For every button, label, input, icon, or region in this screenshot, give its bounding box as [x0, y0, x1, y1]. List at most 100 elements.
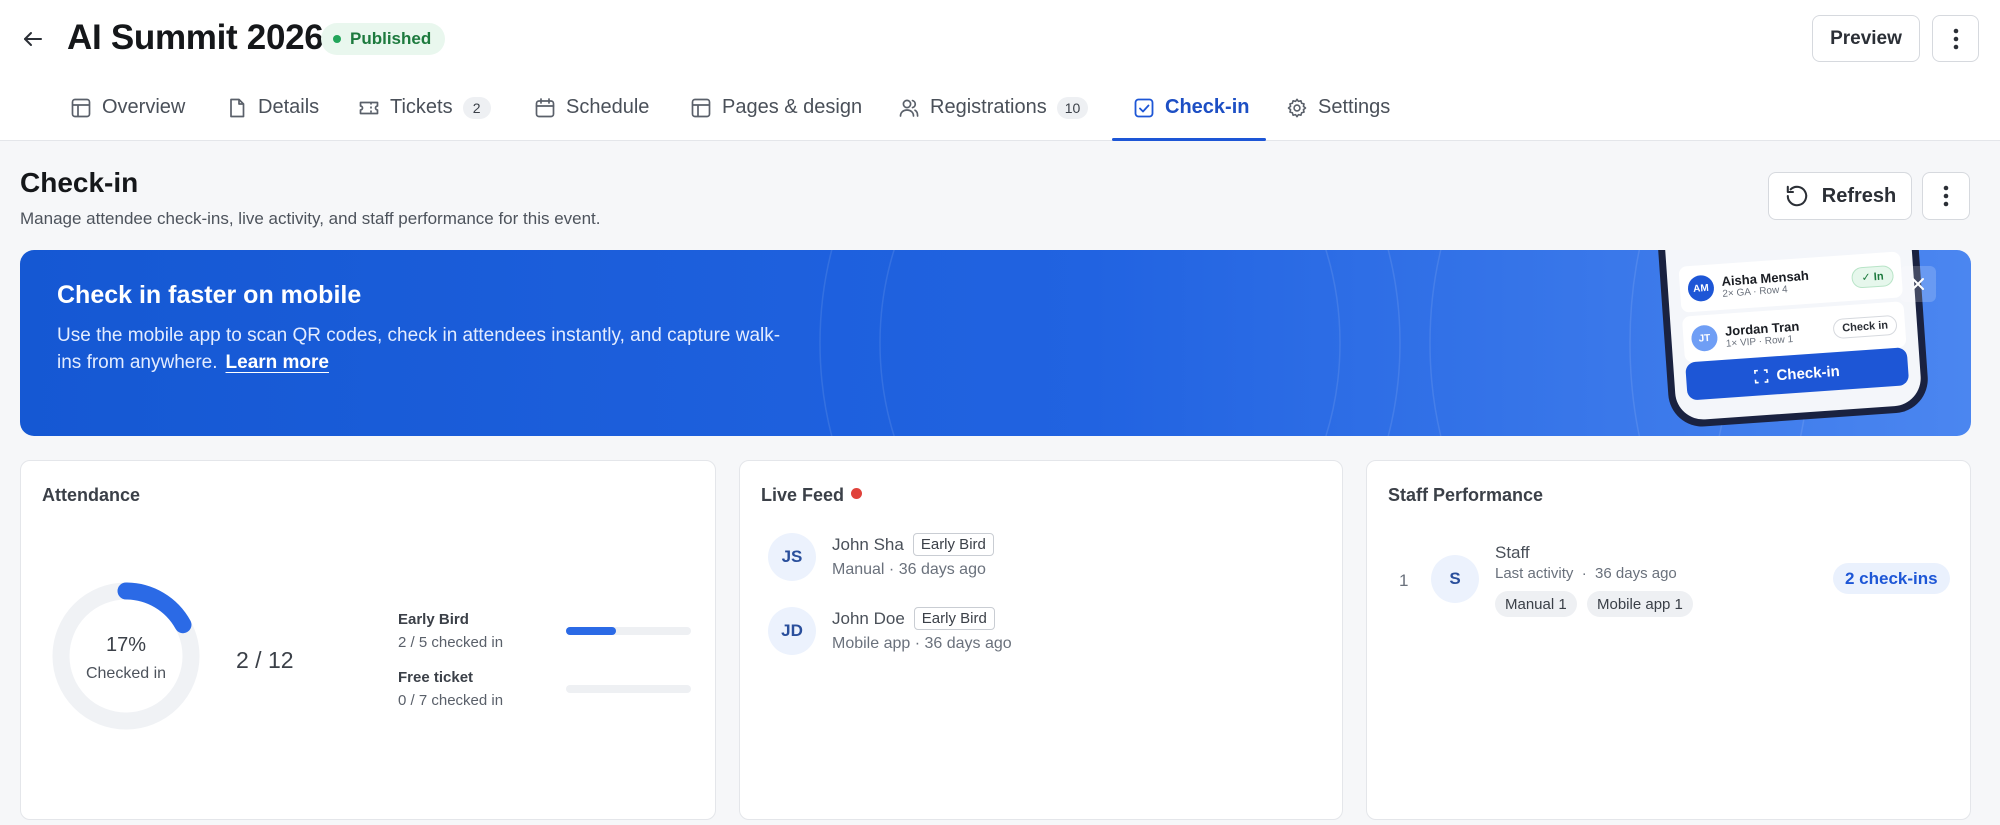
feed-item: JD John Doe Early Bird Mobile app · 36 da… — [768, 607, 1328, 657]
section-subtitle: Manage attendee check-ins, live activity… — [20, 209, 601, 228]
phone-mockup: AM Aisha Mensah 2× GA · Row 4 ✓ In JT Jo… — [1640, 250, 1940, 436]
tier-checked-in: 2 / 5 checked in — [398, 634, 504, 651]
registrations-count-badge: 10 — [1056, 97, 1089, 119]
tier-progress-bar — [566, 627, 691, 635]
feed-attendee-name: John Sha Early Bird — [832, 533, 994, 556]
feed-item: JS John Sha Early Bird Manual · 36 days a… — [768, 533, 1328, 583]
status-label: Published — [350, 29, 432, 48]
phone-check-in-button: Check in — [1832, 314, 1898, 340]
layout-icon — [691, 98, 711, 118]
staff-checkins-badge: 2 check-ins — [1833, 563, 1950, 594]
tab-label: Settings — [1318, 96, 1391, 118]
attendee-name: John Doe — [832, 609, 905, 628]
tab-details[interactable]: Details — [226, 86, 319, 141]
attendee-name: John Sha — [832, 535, 904, 554]
banner-title: Check in faster on mobile — [57, 281, 362, 309]
staff-rank: 1 — [1399, 571, 1409, 590]
status-dot-icon — [333, 35, 341, 43]
preview-button[interactable]: Preview — [1812, 15, 1920, 62]
layout-icon — [71, 98, 91, 118]
tab-tickets[interactable]: Tickets 2 — [358, 86, 491, 141]
tab-label: Pages & design — [722, 96, 863, 118]
tab-label: Details — [258, 96, 320, 118]
banner-text: Use the mobile app to scan QR codes, che… — [57, 322, 787, 376]
section-title: Check-in — [20, 167, 139, 198]
attendance-total: 2 / 12 — [236, 647, 294, 673]
tier-name: Early Bird — [398, 611, 469, 628]
attendance-card: Attendance 17% Checked in 2 / 12 Early B… — [20, 460, 716, 820]
refresh-label: Refresh — [1821, 184, 1897, 207]
attendance-percent-label: Checked in — [85, 665, 167, 682]
kebab-menu-icon — [1953, 28, 1958, 49]
tab-pages-design[interactable]: Pages & design — [690, 86, 862, 141]
tab-label: Schedule — [566, 96, 650, 118]
tab-label: Tickets — [390, 96, 453, 118]
tickets-count-badge: 2 — [462, 97, 491, 119]
phone-screen: AM Aisha Mensah 2× GA · Row 4 ✓ In JT Jo… — [1661, 250, 1923, 422]
arrow-left-icon — [24, 32, 42, 46]
active-tab-indicator — [1112, 138, 1266, 141]
phone-avatar: JT — [1690, 324, 1719, 353]
gear-icon — [1287, 98, 1307, 118]
avatar: JD — [768, 607, 816, 655]
staff-last-activity: Last activity · 36 days ago — [1495, 565, 1677, 582]
section-more-button[interactable] — [1922, 172, 1970, 220]
tab-overview[interactable]: Overview — [70, 86, 185, 141]
users-icon — [899, 99, 919, 117]
phone-frame: AM Aisha Mensah 2× GA · Row 4 ✓ In JT Jo… — [1653, 250, 1931, 429]
check-in-method-chip: Mobile app 1 — [1587, 591, 1693, 617]
tab-settings[interactable]: Settings — [1286, 86, 1390, 141]
ticket-tier-row: Free ticket 0 / 7 checked in — [398, 669, 503, 709]
back-button[interactable] — [18, 24, 48, 54]
tier-progress-bar — [566, 685, 691, 693]
feed-meta: Manual · 36 days ago — [832, 561, 986, 578]
ticket-tag: Early Bird — [912, 533, 994, 556]
live-feed-card: Live Feed JS John Sha Early Bird Manual ·… — [739, 460, 1343, 820]
event-tabs: Overview Details Tickets 2 Schedule Page… — [0, 86, 2000, 141]
staff-performance-card: Staff Performance 1 S Staff Last activit… — [1366, 460, 1971, 820]
scan-icon — [1754, 369, 1769, 384]
status-badge: Published — [321, 23, 446, 55]
tier-checked-in: 0 / 7 checked in — [398, 692, 504, 709]
ticket-tier-row: Early Bird 2 / 5 checked in — [398, 611, 503, 651]
live-indicator-icon — [851, 488, 862, 499]
close-icon — [1912, 278, 1924, 290]
phone-attendee-info: Aisha Mensah 2× GA · Row 4 — [1721, 268, 1810, 300]
tab-registrations[interactable]: Registrations 10 — [898, 86, 1089, 141]
tab-schedule[interactable]: Schedule — [534, 86, 649, 141]
feed-attendee-name: John Doe Early Bird — [832, 607, 995, 630]
feed-meta: Mobile app · 36 days ago — [832, 635, 1012, 652]
staff-performance-title: Staff Performance — [1388, 485, 1544, 505]
phone-avatar: AM — [1687, 274, 1715, 303]
learn-more-link[interactable]: Learn more — [226, 352, 329, 373]
refresh-button[interactable]: Refresh — [1768, 172, 1912, 220]
phone-checked-in-label: In — [1873, 270, 1884, 283]
tab-label: Overview — [102, 96, 186, 118]
tab-label: Registrations — [930, 96, 1047, 118]
phone-checked-in-badge: ✓ In — [1850, 264, 1895, 289]
avatar: S — [1431, 555, 1479, 603]
checkbox-icon — [1134, 98, 1154, 118]
banner-close-button[interactable] — [1900, 266, 1936, 302]
staff-name: Staff — [1495, 543, 1530, 562]
live-feed-title: Live Feed — [761, 485, 845, 505]
more-options-button[interactable] — [1932, 15, 1979, 62]
tier-progress-fill — [566, 627, 616, 635]
event-title: AI Summit 2026 — [67, 18, 324, 57]
tab-label: Check-in — [1165, 96, 1250, 118]
banner-body: Use the mobile app to scan QR codes, che… — [57, 325, 781, 373]
phone-attendee-info: Jordan Tran 1× VIP · Row 1 — [1724, 319, 1800, 350]
avatar: JS — [768, 533, 816, 581]
refresh-icon — [1786, 185, 1807, 207]
document-icon — [230, 98, 245, 118]
attendance-title: Attendance — [42, 485, 141, 505]
page-header: AI Summit 2026 Published Preview Overvie… — [0, 0, 2000, 141]
tier-name: Free ticket — [398, 669, 474, 686]
calendar-icon — [535, 98, 555, 118]
tab-check-in[interactable]: Check-in — [1133, 86, 1249, 141]
kebab-menu-icon — [1943, 185, 1949, 207]
ticket-icon — [359, 101, 379, 115]
attendance-percent: 17% — [105, 634, 147, 656]
check-in-method-chip: Manual 1 — [1495, 591, 1577, 617]
phone-cta-label: Check-in — [1775, 362, 1841, 384]
